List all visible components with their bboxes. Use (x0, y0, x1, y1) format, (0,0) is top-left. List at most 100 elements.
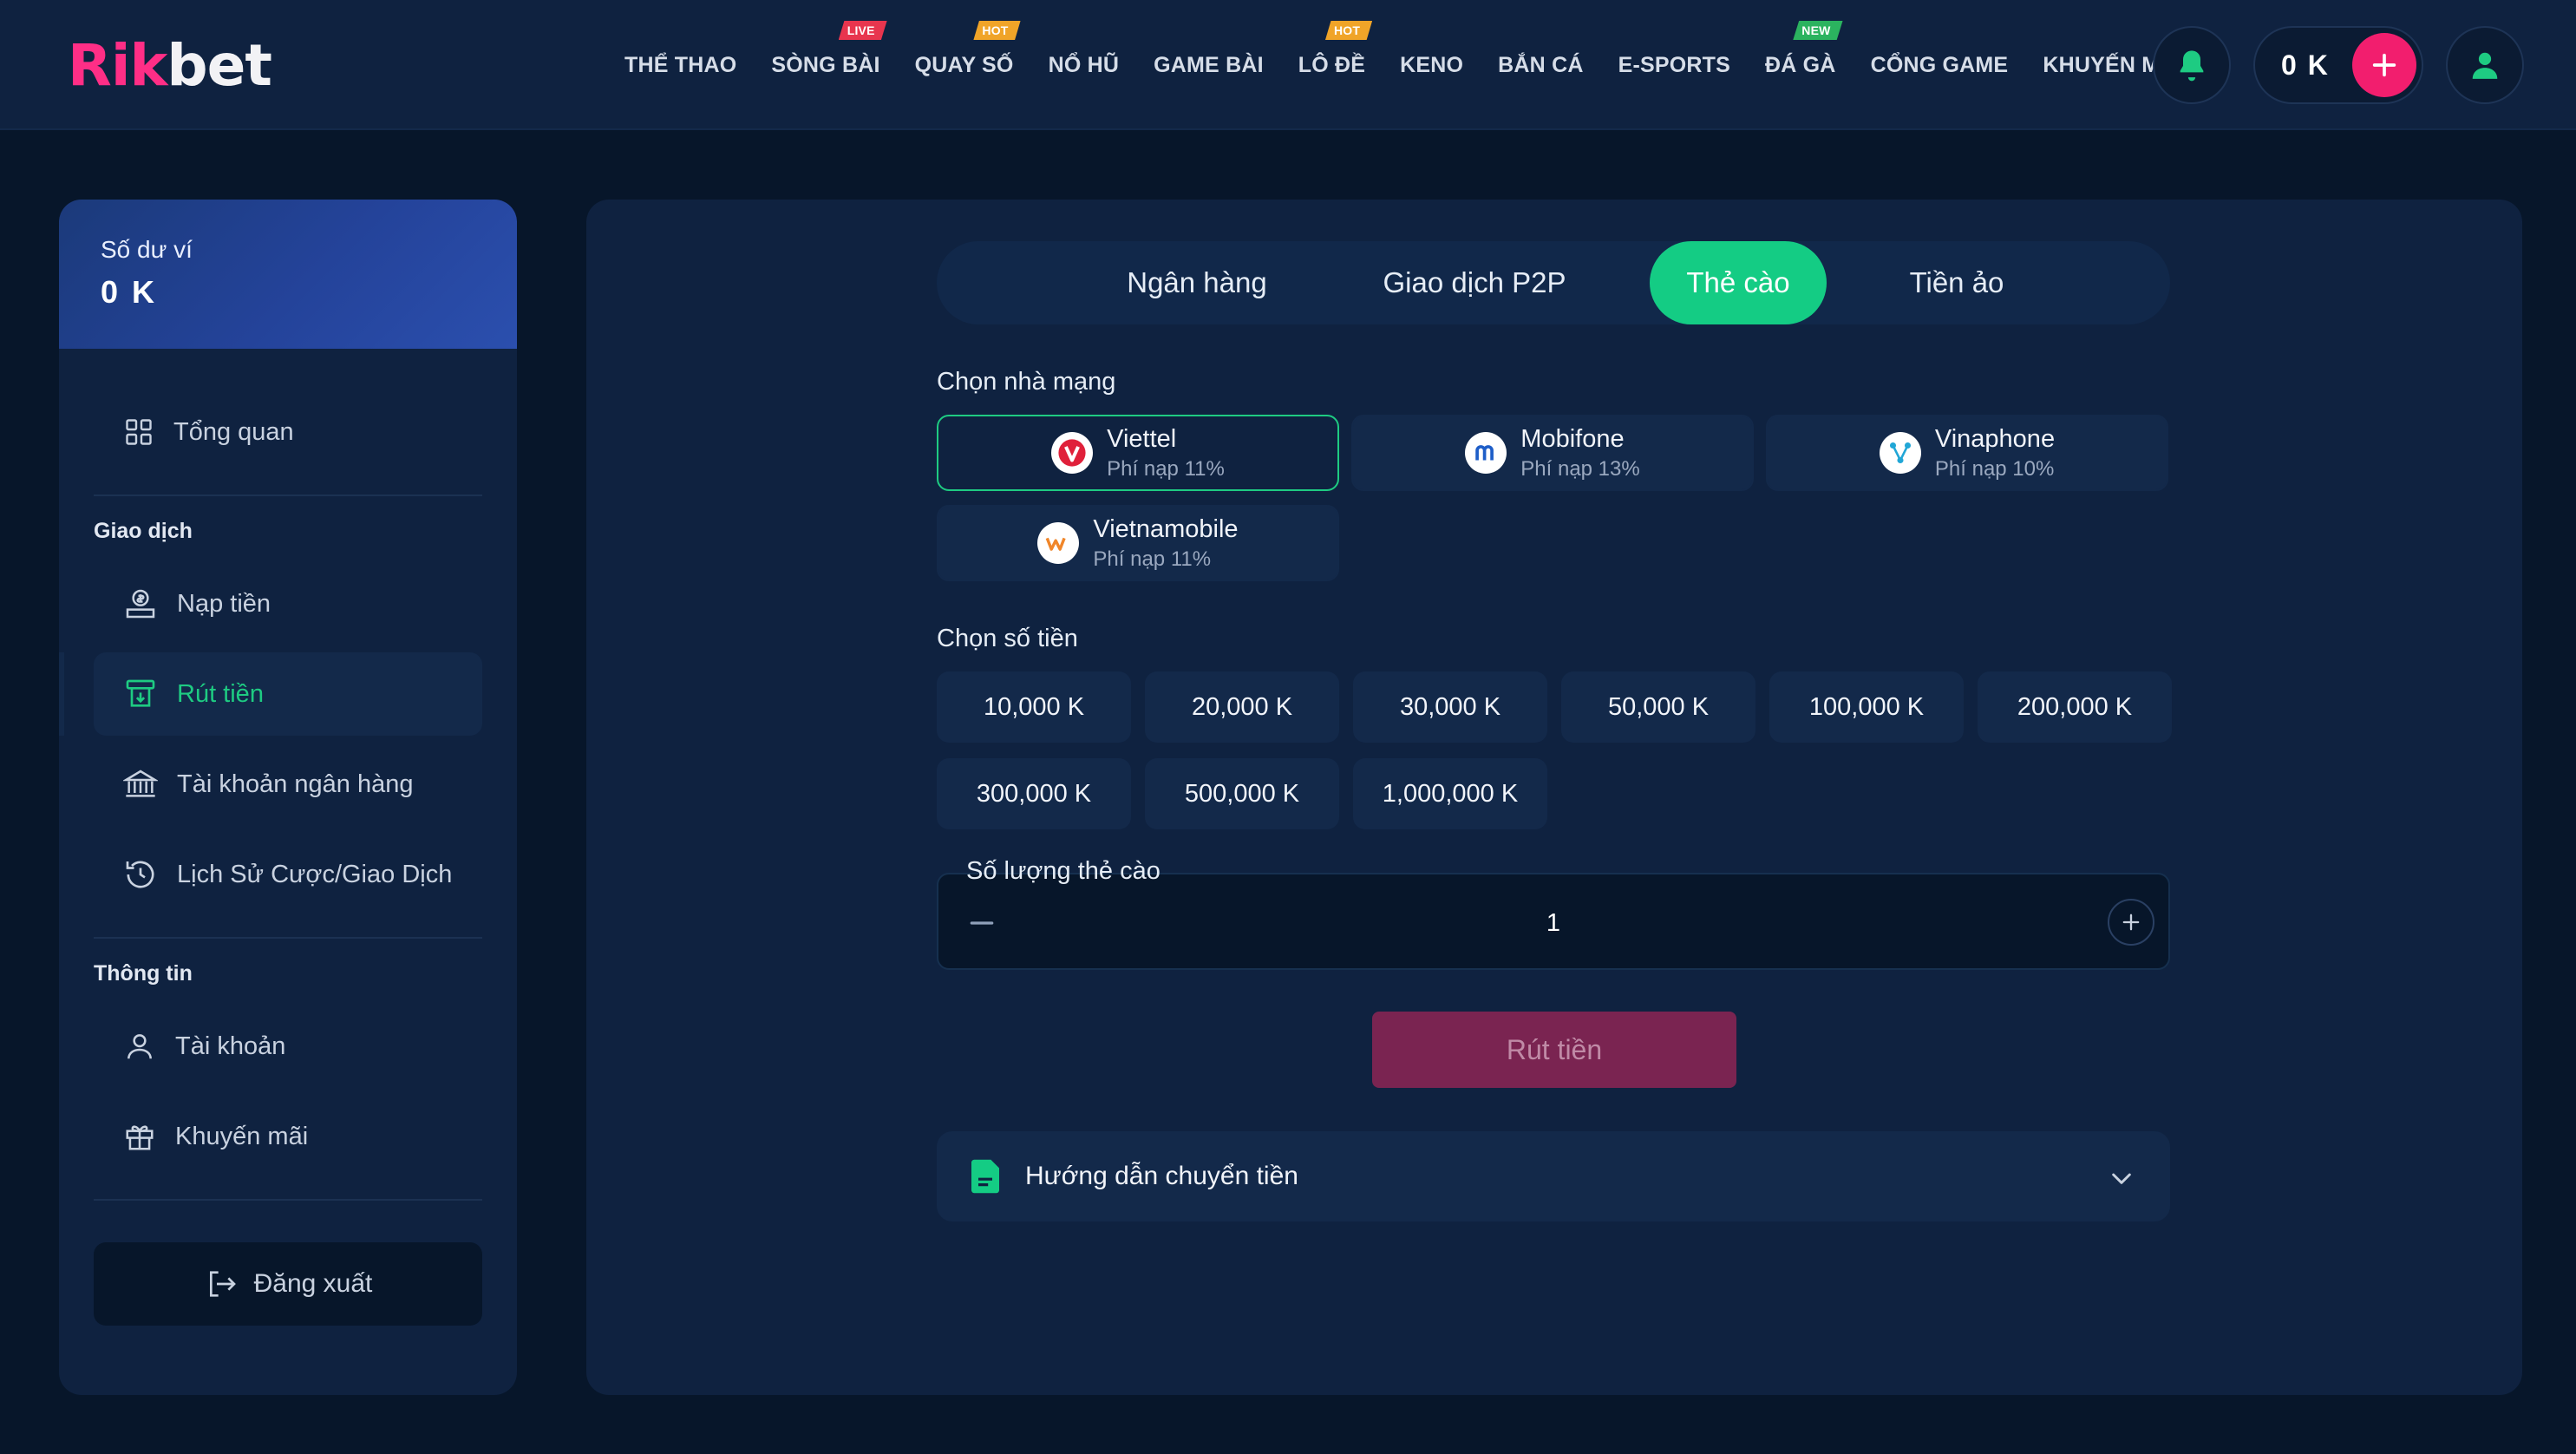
vinaphone-logo-icon (1879, 432, 1921, 474)
wallet-card: Số dư ví 0 K (59, 200, 517, 349)
nav-da-ga[interactable]: ĐÁ GÀ NEW (1748, 0, 1854, 130)
amount-option[interactable]: 100,000 K (1769, 671, 1964, 743)
carrier-fee: Phí nạp 10% (1934, 456, 2055, 481)
nav-label: THỂ THAO (624, 53, 737, 77)
logout-label: Đăng xuất (253, 1269, 373, 1298)
quantity-label: Số lượng thẻ cào (966, 857, 1161, 885)
withdraw-submit-button[interactable]: Rút tiền (1372, 1012, 1736, 1088)
amount-option[interactable]: 1,000,000 K (1353, 758, 1547, 829)
sidebar-divider (94, 1199, 482, 1201)
sidebar-item-label: Lịch Sử Cược/Giao Dịch (177, 860, 453, 888)
plus-icon (2372, 53, 2396, 77)
notification-button[interactable] (2153, 26, 2231, 104)
guide-label: Hướng dẫn chuyển tiền (1025, 1162, 1298, 1190)
carrier-name: Mobifone (1520, 424, 1625, 453)
nav-e-sports[interactable]: E-SPORTS (1601, 0, 1748, 130)
header-balance-value: 0 K (2281, 49, 2330, 81)
amount-option[interactable]: 20,000 K (1145, 671, 1339, 743)
sidebar-item-label: Tài khoản ngân hàng (177, 770, 414, 798)
nav-song-bai[interactable]: SÒNG BÀI LIVE (754, 0, 897, 130)
money-hand-icon (126, 589, 155, 619)
carrier-mobifone[interactable]: Mobifone Phí nạp 13% (1351, 415, 1754, 491)
viettel-logo-icon (1051, 432, 1094, 474)
logout-button[interactable]: Đăng xuất (94, 1242, 482, 1326)
nav-cong-game[interactable]: CỔNG GAME (1854, 0, 2026, 130)
profile-button[interactable] (2446, 26, 2524, 104)
sidebar-divider (94, 937, 482, 939)
sidebar-item-bank-account[interactable]: Tài khoản ngân hàng (94, 743, 482, 826)
nav-the-thao[interactable]: THỂ THAO (607, 0, 754, 130)
carrier-fee: Phí nạp 11% (1107, 456, 1225, 481)
chevron-down-icon (2112, 1173, 2131, 1184)
bank-icon (123, 770, 158, 797)
tab-p2p[interactable]: Giao dịch P2P (1353, 241, 1596, 324)
carrier-vinaphone[interactable]: Vinaphone Phí nạp 10% (1766, 415, 2168, 491)
bell-icon (2180, 50, 2204, 82)
amount-option[interactable]: 200,000 K (1978, 671, 2172, 743)
document-icon (971, 1159, 999, 1194)
account-sidebar: Số dư ví 0 K Tổng quan Giao dịch Nạp tiề… (59, 200, 517, 1395)
nav-game-bai[interactable]: GAME BÀI (1136, 0, 1281, 130)
nav-keno[interactable]: KENO (1383, 0, 1481, 130)
nav-label: CỔNG GAME (1870, 53, 2009, 77)
sidebar-item-history[interactable]: Lịch Sử Cược/Giao Dịch (94, 833, 482, 916)
amount-option[interactable]: 300,000 K (937, 758, 1131, 829)
minus-icon[interactable] (964, 906, 999, 940)
sidebar-item-overview[interactable]: Tổng quan (94, 390, 482, 474)
plus-icon (2122, 914, 2140, 931)
sidebar-item-account[interactable]: Tài khoản (94, 1005, 482, 1088)
person-icon (127, 1034, 152, 1059)
quantity-stepper: 1 (937, 873, 2170, 970)
amount-option[interactable]: 50,000 K (1561, 671, 1755, 743)
carrier-name: Vietnamobile (1093, 514, 1239, 543)
carrier-name: Vinaphone (1934, 424, 2056, 453)
amount-section-label: Chọn số tiền (937, 625, 1078, 652)
nav-label: GAME BÀI (1154, 53, 1264, 77)
tab-crypto[interactable]: Tiền ảo (1879, 241, 2035, 324)
rikbet-logo[interactable]: Rikbet (68, 33, 272, 99)
nav-label: NỔ HŨ (1048, 53, 1120, 77)
history-icon (126, 861, 154, 888)
amount-option[interactable]: 500,000 K (1145, 758, 1339, 829)
active-indicator (59, 652, 64, 736)
nav-label: LÔ ĐỀ (1298, 53, 1366, 77)
hot-badge: HOT (973, 21, 1021, 40)
header-balance[interactable]: 0 K (2253, 26, 2423, 104)
quantity-value[interactable]: 1 (938, 874, 2168, 972)
nav-label: E-SPORTS (1618, 53, 1730, 77)
wallet-label: Số dư ví (101, 236, 193, 263)
quantity-increase-button[interactable] (2108, 899, 2154, 946)
sidebar-item-promotions[interactable]: Khuyến mãi (94, 1095, 482, 1178)
live-badge: LIVE (838, 21, 887, 40)
sidebar-item-label: Tài khoản (175, 1032, 286, 1060)
hot-badge: HOT (1324, 21, 1373, 40)
carrier-name: Viettel (1107, 424, 1177, 453)
tab-bank[interactable]: Ngân hàng (1093, 241, 1301, 324)
nav-quay-so[interactable]: QUAY SỐ HOT (898, 0, 1031, 130)
nav-label: QUAY SỐ (914, 53, 1014, 77)
tab-scratch-card[interactable]: Thẻ cào (1650, 241, 1827, 324)
atm-withdraw-icon (126, 679, 155, 707)
carrier-viettel[interactable]: Viettel Phí nạp 11% (937, 415, 1339, 491)
section-heading-transactions: Giao dịch (94, 519, 193, 543)
sidebar-item-deposit[interactable]: Nạp tiền (94, 562, 482, 645)
main-nav: THỂ THAO SÒNG BÀI LIVE QUAY SỐ HOT NỔ HŨ G… (607, 0, 2200, 130)
nav-label: SÒNG BÀI (771, 53, 880, 77)
amount-option[interactable]: 10,000 K (937, 671, 1131, 743)
withdraw-panel: Ngân hàng Giao dịch P2P Thẻ cào Tiền ảo … (586, 200, 2522, 1395)
sidebar-item-label: Khuyến mãi (175, 1122, 309, 1150)
sidebar-item-withdraw[interactable]: Rút tiền (94, 652, 482, 736)
carrier-vietnamobile[interactable]: Vietnamobile Phí nạp 11% (937, 505, 1339, 581)
transfer-guide-accordion[interactable]: Hướng dẫn chuyển tiền (937, 1131, 2170, 1221)
nav-lo-de[interactable]: LÔ ĐỀ HOT (1281, 0, 1383, 130)
nav-label: BẮN CÁ (1498, 53, 1584, 77)
carrier-fee: Phí nạp 11% (1093, 547, 1212, 571)
deposit-plus-button[interactable] (2352, 33, 2416, 97)
nav-label: KENO (1400, 53, 1464, 77)
nav-label: ĐÁ GÀ (1765, 53, 1836, 77)
sidebar-divider (94, 494, 482, 496)
amount-option[interactable]: 30,000 K (1353, 671, 1547, 743)
nav-no-hu[interactable]: NỔ HŨ (1031, 0, 1137, 130)
nav-ban-ca[interactable]: BẮN CÁ (1481, 0, 1600, 130)
sidebar-item-label: Tổng quan (173, 417, 294, 446)
